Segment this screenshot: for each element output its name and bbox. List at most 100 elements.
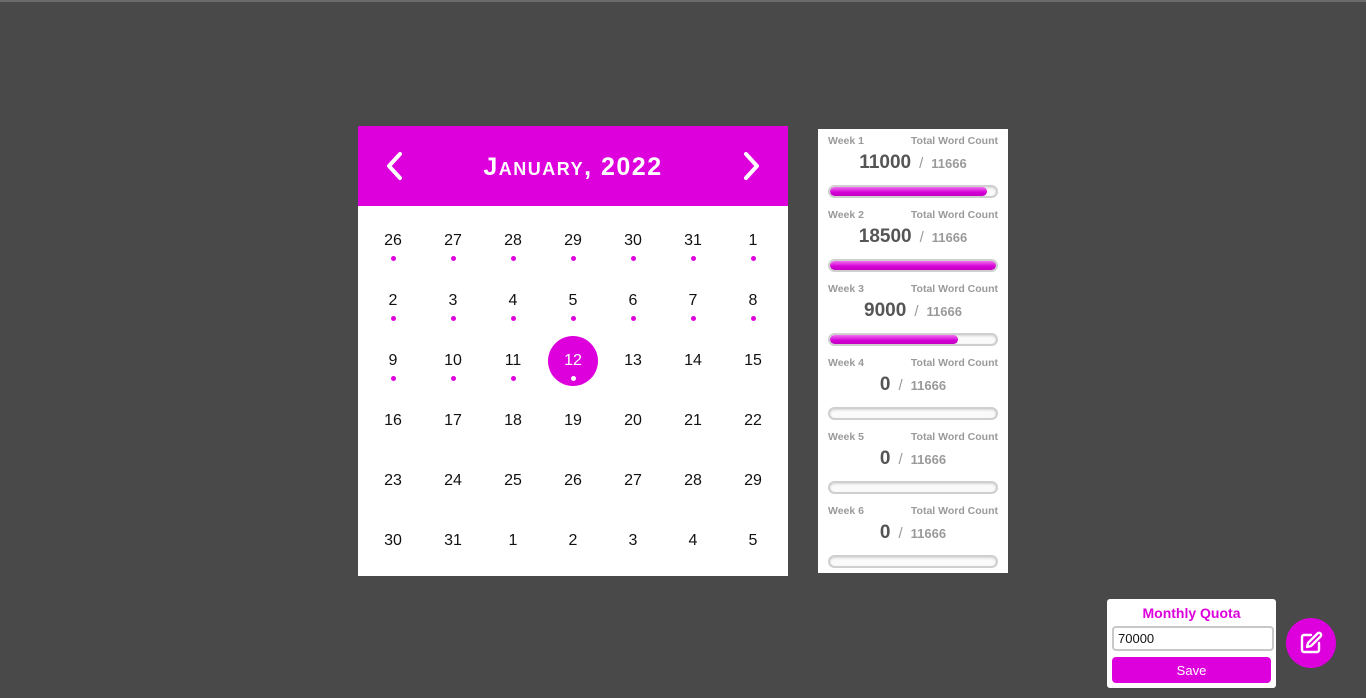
calendar-day[interactable]: 29 xyxy=(543,211,603,271)
calendar-day[interactable]: 7 xyxy=(663,271,723,331)
day-number: 23 xyxy=(384,472,402,489)
entry-dot-indicator xyxy=(571,316,576,321)
edit-quota-button[interactable] xyxy=(1286,618,1336,668)
calendar-day[interactable]: 3 xyxy=(423,271,483,331)
calendar-day[interactable]: 6 xyxy=(603,271,663,331)
calendar-day[interactable]: 26 xyxy=(363,211,423,271)
day-number: 22 xyxy=(744,412,762,429)
day-number: 28 xyxy=(504,232,522,249)
word-count-value: 18500 xyxy=(858,226,912,247)
month-title: January, 2022 xyxy=(483,153,663,181)
calendar-day[interactable]: 21 xyxy=(663,391,723,451)
day-number: 2 xyxy=(568,532,578,549)
day-number: 1 xyxy=(748,232,758,249)
entry-dot-indicator xyxy=(451,316,456,321)
calendar-day[interactable]: 25 xyxy=(483,451,543,511)
word-count-target: 11666 xyxy=(910,452,947,467)
calendar-day[interactable]: 27 xyxy=(603,451,663,511)
week-count: 0 / 11666 xyxy=(818,448,1008,470)
calendar-day[interactable]: 11 xyxy=(483,331,543,391)
calendar-day[interactable]: 18 xyxy=(483,391,543,451)
entry-dot-indicator xyxy=(751,316,756,321)
calendar-grid: 26 27 28 29 30 31 1 2 3 4 5 6 7 8 9 10 11 12 13 14 15 16 17 18 1… xyxy=(363,211,783,571)
calendar-day[interactable]: 4 xyxy=(663,511,723,571)
calendar-day[interactable]: 31 xyxy=(423,511,483,571)
entry-dot-indicator xyxy=(511,316,516,321)
day-number: 3 xyxy=(448,292,458,309)
week-label: Week 3 xyxy=(828,283,864,295)
day-number: 4 xyxy=(688,532,698,549)
calendar-day[interactable]: 14 xyxy=(663,331,723,391)
week-count: 18500 / 11666 xyxy=(818,226,1008,248)
next-month-button[interactable] xyxy=(734,150,766,182)
calendar-day[interactable]: 15 xyxy=(723,331,783,391)
day-number: 5 xyxy=(748,532,758,549)
total-word-count-label: Total Word Count xyxy=(910,505,998,517)
calendar-day[interactable]: 1 xyxy=(483,511,543,571)
week-progress-fill xyxy=(830,261,996,270)
count-separator: / xyxy=(919,229,924,246)
word-count-target: 11666 xyxy=(931,230,968,245)
chevron-left-icon xyxy=(387,152,402,180)
total-word-count-label: Total Word Count xyxy=(910,135,998,147)
calendar-day[interactable]: 20 xyxy=(603,391,663,451)
calendar-day[interactable]: 29 xyxy=(723,451,783,511)
day-number: 9 xyxy=(388,352,398,369)
calendar-day[interactable]: 9 xyxy=(363,331,423,391)
day-number: 7 xyxy=(688,292,698,309)
calendar-day[interactable]: 31 xyxy=(663,211,723,271)
calendar-day[interactable]: 3 xyxy=(603,511,663,571)
prev-month-button[interactable] xyxy=(380,150,412,182)
day-number: 26 xyxy=(564,472,582,489)
calendar-day[interactable]: 4 xyxy=(483,271,543,331)
day-number: 16 xyxy=(384,412,402,429)
calendar-day-today[interactable]: 12 xyxy=(543,331,603,391)
day-number: 14 xyxy=(684,352,702,369)
calendar-day[interactable]: 2 xyxy=(543,511,603,571)
day-number: 13 xyxy=(624,352,642,369)
calendar-day[interactable]: 2 xyxy=(363,271,423,331)
entry-dot-indicator xyxy=(631,256,636,261)
day-number: 24 xyxy=(444,472,462,489)
calendar-day[interactable]: 30 xyxy=(363,511,423,571)
calendar-day[interactable]: 8 xyxy=(723,271,783,331)
calendar-day[interactable]: 26 xyxy=(543,451,603,511)
calendar-day[interactable]: 10 xyxy=(423,331,483,391)
entry-dot-indicator xyxy=(751,256,756,261)
calendar-day[interactable]: 28 xyxy=(663,451,723,511)
entry-dot-indicator xyxy=(691,256,696,261)
day-number: 15 xyxy=(744,352,762,369)
calendar-day[interactable]: 28 xyxy=(483,211,543,271)
calendar-day[interactable]: 19 xyxy=(543,391,603,451)
day-number: 1 xyxy=(508,532,518,549)
entry-dot-indicator xyxy=(391,256,396,261)
weekly-progress-panel: Week 1 Total Word Count 11000 / 11666 Week 2 T… xyxy=(818,129,1008,573)
day-number: 6 xyxy=(628,292,638,309)
calendar-day[interactable]: 24 xyxy=(423,451,483,511)
calendar-day[interactable]: 16 xyxy=(363,391,423,451)
day-number: 31 xyxy=(444,532,462,549)
calendar-day[interactable]: 1 xyxy=(723,211,783,271)
week-progress-bar xyxy=(828,481,998,494)
save-button[interactable]: Save xyxy=(1112,657,1271,683)
week-count: 0 / 11666 xyxy=(818,374,1008,396)
week-row: Week 5 Total Word Count 0 / 11666 xyxy=(818,425,1008,499)
calendar-day[interactable]: 5 xyxy=(723,511,783,571)
day-number: 31 xyxy=(684,232,702,249)
calendar-day[interactable]: 17 xyxy=(423,391,483,451)
calendar-day[interactable]: 30 xyxy=(603,211,663,271)
day-number: 30 xyxy=(624,232,642,249)
entry-dot-indicator xyxy=(511,256,516,261)
count-separator: / xyxy=(898,451,903,468)
quota-title: Monthly Quota xyxy=(1142,605,1241,621)
calendar-day[interactable]: 22 xyxy=(723,391,783,451)
monthly-quota-input[interactable] xyxy=(1112,626,1274,651)
day-number: 30 xyxy=(384,532,402,549)
week-row: Week 2 Total Word Count 18500 / 11666 xyxy=(818,203,1008,277)
calendar-day[interactable]: 5 xyxy=(543,271,603,331)
calendar-day[interactable]: 23 xyxy=(363,451,423,511)
calendar-day[interactable]: 27 xyxy=(423,211,483,271)
day-number: 28 xyxy=(684,472,702,489)
calendar: January, 2022 26 27 28 29 30 31 1 2 3 4 5 6 7 8 9 10 11 1… xyxy=(358,126,788,576)
calendar-day[interactable]: 13 xyxy=(603,331,663,391)
